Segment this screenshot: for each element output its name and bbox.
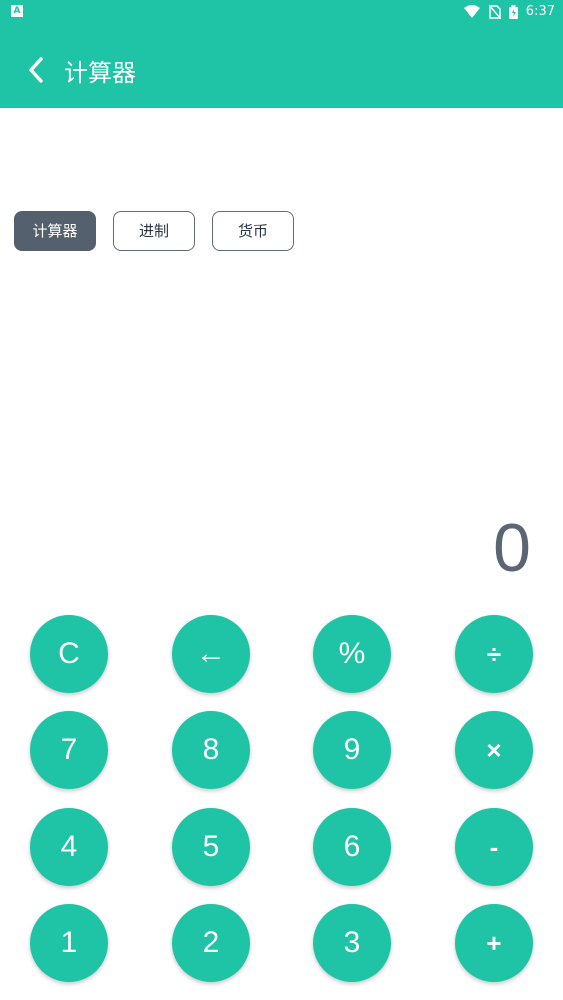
digit-9-button[interactable]: 9 — [313, 711, 391, 789]
digit-2-button[interactable]: 2 — [172, 904, 250, 982]
digit-5-button[interactable]: 5 — [172, 808, 250, 886]
tab-number-base[interactable]: 进制 — [113, 211, 195, 251]
tab-currency[interactable]: 货币 — [212, 211, 294, 251]
subtract-button[interactable]: - — [455, 808, 533, 886]
add-button[interactable]: + — [455, 904, 533, 982]
digit-4-button[interactable]: 4 — [30, 808, 108, 886]
multiply-button[interactable]: × — [455, 711, 533, 789]
status-time: 6:37 — [525, 4, 555, 19]
percent-button[interactable]: % — [313, 615, 391, 693]
digit-8-button[interactable]: 8 — [172, 711, 250, 789]
back-button[interactable] — [22, 54, 50, 86]
page-title: 计算器 — [64, 59, 136, 87]
app-notification-icon: A — [11, 5, 23, 17]
calculator-display: 0 — [493, 510, 531, 586]
status-icons: 6:37 — [463, 0, 555, 24]
digit-7-button[interactable]: 7 — [30, 711, 108, 789]
status-bar: A 6:37 — [0, 0, 563, 24]
digit-1-button[interactable]: 1 — [30, 904, 108, 982]
wifi-icon — [463, 5, 480, 18]
divide-button[interactable]: ÷ — [455, 615, 533, 693]
battery-icon — [508, 5, 518, 19]
app-bar: 计算器 — [0, 24, 563, 108]
no-sim-icon — [488, 5, 501, 19]
digit-3-button[interactable]: 3 — [313, 904, 391, 982]
digit-6-button[interactable]: 6 — [313, 808, 391, 886]
chevron-left-icon — [29, 57, 43, 83]
backspace-button[interactable]: ← — [172, 615, 250, 693]
clear-button[interactable]: C — [30, 615, 108, 693]
tab-calculator[interactable]: 计算器 — [14, 211, 96, 251]
